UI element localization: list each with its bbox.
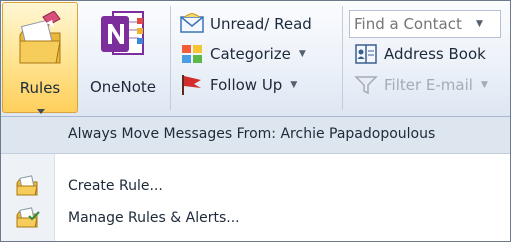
follow-up-button[interactable]: Follow Up ▼ — [180, 71, 297, 99]
menu-item-always-move[interactable]: Always Move Messages From: Archie Papado… — [0, 117, 511, 154]
flag-icon — [180, 74, 204, 96]
rules-label: Rules — [19, 79, 61, 97]
unread-read-button[interactable]: Unread/ Read — [180, 10, 312, 38]
unread-read-label: Unread/ Read — [210, 15, 312, 33]
manage-rules-label: Manage Rules & Alerts... — [68, 210, 240, 226]
categorize-icon — [180, 43, 204, 65]
chevron-down-icon: ▼ — [290, 80, 298, 90]
find-contact-input[interactable] — [354, 15, 472, 33]
chevron-down-icon[interactable]: ▼ — [476, 19, 483, 29]
chevron-down-icon: ▼ — [298, 49, 306, 59]
rules-wizard-icon — [16, 10, 66, 73]
group-separator — [170, 6, 171, 110]
menu-item-manage-rules[interactable]: Manage Rules & Alerts... — [0, 203, 511, 235]
rules-menu: Always Move Messages From: Archie Papado… — [0, 117, 511, 242]
menu-item-create-rule[interactable]: Create Rule... — [0, 171, 511, 203]
address-book-label: Address Book — [384, 45, 486, 63]
filter-email-label: Filter E-mail — [384, 76, 473, 94]
create-rule-icon — [16, 175, 40, 201]
address-book-button[interactable]: Address Book — [354, 40, 486, 68]
manage-rules-icon — [16, 207, 40, 233]
rules-button[interactable]: Rules — [2, 2, 78, 114]
filter-email-button[interactable]: Filter E-mail ▼ — [354, 71, 488, 99]
onenote-icon — [99, 8, 147, 64]
chevron-down-icon: ▼ — [480, 80, 488, 90]
create-rule-label: Create Rule... — [68, 178, 163, 194]
always-move-label: Always Move Messages From: Archie Papado… — [68, 126, 436, 142]
envelope-icon — [180, 12, 204, 35]
address-book-icon — [354, 43, 378, 65]
funnel-icon — [354, 74, 378, 96]
group-separator — [342, 6, 343, 110]
find-contact-box[interactable]: ▼ — [349, 10, 501, 38]
ribbon: Rules OneNote Unread/ Read Categorize ▼ … — [0, 0, 511, 117]
onenote-button[interactable]: OneNote — [80, 6, 166, 106]
categorize-button[interactable]: Categorize ▼ — [180, 40, 306, 68]
follow-up-label: Follow Up — [210, 76, 283, 94]
onenote-label: OneNote — [89, 78, 157, 96]
categorize-label: Categorize — [210, 45, 291, 63]
